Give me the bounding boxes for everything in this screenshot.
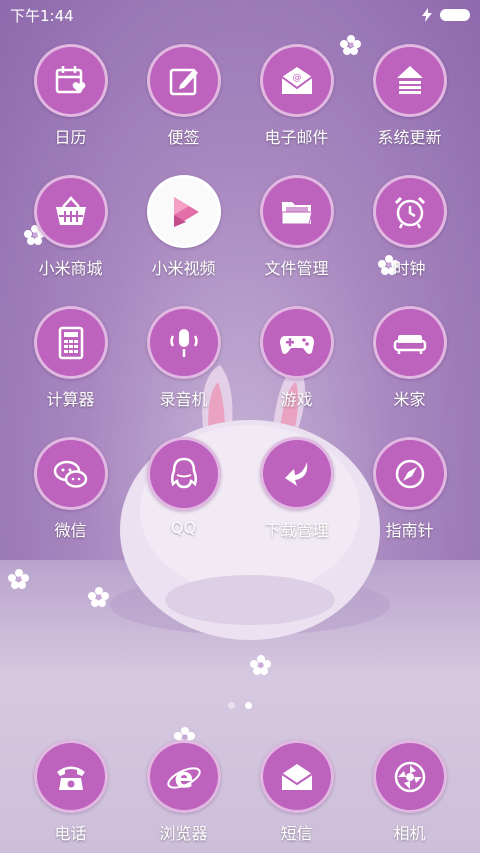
- app-system-update[interactable]: 系统更新: [353, 44, 466, 148]
- app-label: 电话: [54, 824, 87, 843]
- app-mi-video[interactable]: 小米视频: [127, 175, 240, 279]
- app-mi-store[interactable]: 小米商城: [14, 175, 127, 279]
- svg-text:e: e: [174, 761, 193, 794]
- dock-app-browser[interactable]: e 浏览器: [127, 740, 240, 844]
- app-label: 下载管理: [264, 521, 329, 540]
- app-label: 便签: [167, 128, 200, 147]
- app-label: 短信: [280, 824, 313, 843]
- app-icon-circle: [33, 306, 108, 379]
- app-icon-circle: [146, 44, 221, 117]
- app-icon-circle: [146, 437, 221, 511]
- app-icon-circle: [33, 175, 108, 248]
- app-label: 米家: [393, 390, 426, 409]
- app-icon-circle: e: [146, 740, 221, 813]
- app-icon-circle: [146, 306, 221, 379]
- app-icon-circle: [259, 437, 334, 510]
- app-icon-circle: [372, 44, 447, 117]
- app-icon-circle: [259, 175, 334, 248]
- app-label: 指南针: [385, 521, 434, 540]
- app-email[interactable]: @ 电子邮件: [240, 44, 353, 148]
- gamepad-icon: [279, 335, 314, 354]
- app-icon-circle: [259, 306, 334, 379]
- app-label: 微信: [54, 521, 87, 540]
- phone-icon: [56, 766, 85, 790]
- qq-penguin-icon: [170, 457, 197, 489]
- alarm-clock-icon: [394, 196, 425, 229]
- status-bar: 下午1:44: [0, 0, 480, 30]
- app-recorder[interactable]: 录音机: [127, 306, 240, 410]
- app-file-manager[interactable]: 文件管理: [240, 175, 353, 279]
- flower-decoration-icon: [250, 655, 271, 675]
- app-icon-circle: [33, 437, 108, 510]
- page-indicator: [0, 702, 480, 709]
- app-compass[interactable]: 指南针: [353, 437, 466, 541]
- flower-decoration-icon: [8, 569, 29, 589]
- app-icon-circle: [372, 437, 447, 510]
- app-calculator[interactable]: 计算器: [14, 306, 127, 410]
- page-dot-active[interactable]: [245, 702, 252, 709]
- app-label: 小米商城: [38, 259, 103, 278]
- download-arrow-icon: [284, 461, 307, 486]
- dock: 电话 e 浏览器 短信 相机: [0, 740, 480, 844]
- app-label: 系统更新: [377, 128, 442, 147]
- app-icon-circle: [372, 175, 447, 248]
- app-icon-circle: [259, 740, 334, 813]
- wechat-icon: [53, 460, 87, 488]
- charging-bolt-icon: [422, 8, 432, 22]
- app-label: 小米视频: [151, 259, 216, 278]
- app-icon-circle: [33, 44, 108, 117]
- flower-decoration-icon: [88, 587, 109, 607]
- app-icon-circle: [372, 740, 447, 813]
- app-notes[interactable]: 便签: [127, 44, 240, 148]
- app-label: 计算器: [46, 390, 95, 409]
- app-label: 电子邮件: [264, 128, 329, 147]
- update-icon: [396, 65, 423, 94]
- app-icon-circle: @: [259, 44, 334, 117]
- app-calendar[interactable]: 日历: [14, 44, 127, 148]
- app-download-manager[interactable]: 下载管理: [240, 437, 353, 541]
- app-icon-circle: [146, 175, 221, 248]
- notes-icon: [169, 68, 198, 95]
- calculator-icon: [58, 326, 83, 359]
- app-wechat[interactable]: 微信: [14, 437, 127, 541]
- status-time: 下午1:44: [10, 6, 74, 25]
- folder-icon: [281, 201, 313, 224]
- app-icon-circle: [33, 740, 108, 813]
- app-games[interactable]: 游戏: [240, 306, 353, 410]
- email-icon: @: [280, 66, 313, 94]
- app-label: 日历: [54, 128, 87, 147]
- app-icon-circle: [372, 306, 447, 379]
- app-label: 录音机: [159, 390, 208, 409]
- dock-app-camera[interactable]: 相机: [353, 740, 466, 844]
- app-label: 文件管理: [264, 259, 329, 278]
- battery-icon: [440, 9, 470, 21]
- app-clock[interactable]: 时钟: [353, 175, 466, 279]
- app-label: 游戏: [280, 390, 313, 409]
- app-grid: 日历 便签 @ 电子邮件 系统更新 小米商城 小米视频 文件管理 时钟 计算器 …: [0, 44, 480, 541]
- dock-app-messages[interactable]: 短信: [240, 740, 353, 844]
- app-label: 相机: [393, 824, 426, 843]
- app-label: 浏览器: [159, 824, 208, 843]
- browser-icon: e: [166, 761, 201, 794]
- calendar-icon: [55, 65, 85, 93]
- microphone-icon: [169, 328, 198, 357]
- sofa-icon: [393, 334, 426, 354]
- page-dot[interactable]: [228, 702, 235, 709]
- compass-icon: [395, 459, 424, 488]
- shop-basket-icon: [55, 195, 86, 225]
- camera-icon: [394, 761, 425, 792]
- status-icons: [422, 8, 470, 22]
- svg-text:@: @: [292, 73, 301, 83]
- video-play-icon: [173, 196, 199, 227]
- message-icon: [280, 763, 313, 790]
- app-qq[interactable]: QQ: [127, 437, 240, 541]
- dock-app-phone[interactable]: 电话: [14, 740, 127, 844]
- app-label: 时钟: [393, 259, 426, 278]
- app-label: QQ: [170, 518, 197, 537]
- app-mi-home[interactable]: 米家: [353, 306, 466, 410]
